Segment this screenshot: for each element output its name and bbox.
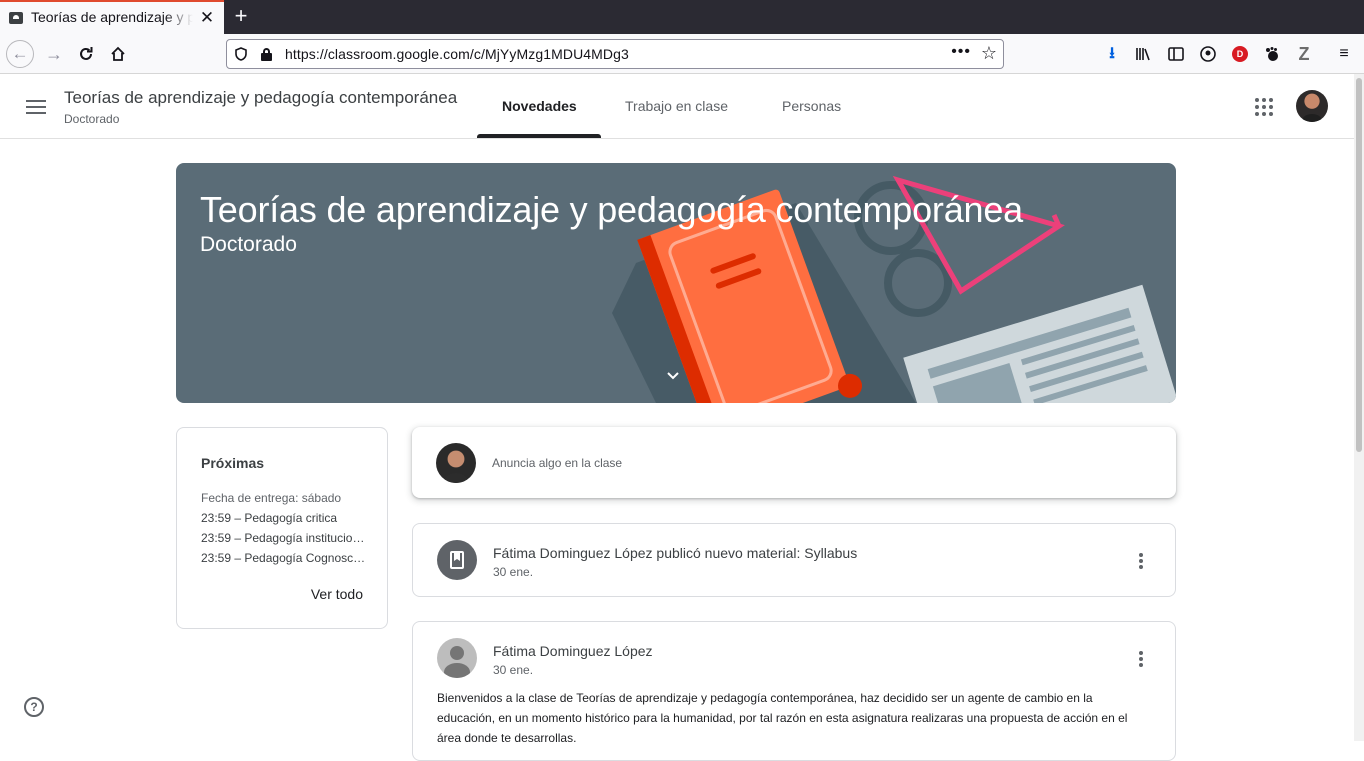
tab-title: Teorías de aprendizaje y pedagogía conte… xyxy=(31,9,193,25)
post-title[interactable]: Fátima Dominguez López publicó nuevo mat… xyxy=(493,545,857,561)
help-icon[interactable]: ? xyxy=(24,697,44,717)
forward-button[interactable]: → xyxy=(40,40,68,68)
page-actions-icon[interactable]: ••• xyxy=(951,43,971,61)
banner-title: Teorías de aprendizaje y pedagogía conte… xyxy=(200,189,1023,230)
upcoming-item[interactable]: 23:59 – Pedagogía critica xyxy=(201,511,366,525)
announce-box[interactable]: Anuncia algo en la clase xyxy=(412,427,1176,498)
downloads-icon[interactable]: ⭳ xyxy=(1100,42,1124,66)
gnome-extension-icon[interactable] xyxy=(1260,42,1284,66)
user-avatar xyxy=(436,443,476,483)
post-author: Fátima Dominguez López xyxy=(493,643,653,659)
back-button[interactable]: ← xyxy=(6,40,34,68)
bookmark-star-icon[interactable]: ☆ xyxy=(981,43,997,64)
url-bar[interactable]: https://classroom.google.com/c/MjYyMzg1M… xyxy=(226,39,1004,69)
account-avatar[interactable] xyxy=(1296,90,1328,122)
post-body: Bienvenidos a la clase de Teorías de apr… xyxy=(437,691,1128,745)
account-icon[interactable] xyxy=(1196,42,1220,66)
library-icon[interactable] xyxy=(1132,42,1156,66)
active-tab-indicator xyxy=(477,134,601,138)
classroom-favicon-icon xyxy=(9,12,23,24)
chevron-down-icon[interactable] xyxy=(666,369,680,383)
material-icon xyxy=(437,540,477,580)
upcoming-title: Próximas xyxy=(201,455,265,471)
classroom-header: Teorías de aprendizaje y pedagogía conte… xyxy=(0,74,1354,139)
new-tab-button[interactable]: + xyxy=(230,4,252,28)
upcoming-card: Próximas Fecha de entrega: sábado 23:59 … xyxy=(176,427,388,629)
class-title[interactable]: Teorías de aprendizaje y pedagogía conte… xyxy=(64,88,457,108)
home-icon xyxy=(111,46,125,61)
reload-button[interactable] xyxy=(72,40,100,68)
upcoming-item[interactable]: 23:59 – Pedagogía institucional xyxy=(201,531,366,545)
tab-close-icon[interactable]: ✕ xyxy=(199,9,215,26)
sidebar-icon[interactable] xyxy=(1164,42,1188,66)
class-section: Doctorado xyxy=(64,112,120,126)
main-menu-icon[interactable] xyxy=(26,100,46,114)
zotero-icon[interactable]: Z xyxy=(1292,42,1316,66)
tab-trabajo-en-clase[interactable]: Trabajo en clase xyxy=(625,98,728,140)
stream-post-material[interactable]: Fátima Dominguez López publicó nuevo mat… xyxy=(412,523,1176,597)
lock-icon[interactable] xyxy=(261,48,272,61)
browser-tab-strip: Teorías de aprendizaje y pedagogía conte… xyxy=(0,0,1364,34)
url-text[interactable]: https://classroom.google.com/c/MjYyMzg1M… xyxy=(285,46,629,62)
stream-post-announcement: Fátima Dominguez López 30 ene. Bienvenid… xyxy=(412,621,1176,761)
banner-subtitle: Doctorado xyxy=(200,233,297,256)
class-banner: Teorías de aprendizaje y pedagogía conte… xyxy=(176,163,1176,403)
upcoming-item[interactable]: 23:59 – Pedagogía Cognoscitiva xyxy=(201,551,366,565)
browser-tab[interactable]: Teorías de aprendizaje y pedagogía conte… xyxy=(0,0,224,34)
browser-navbar: ← → https://classroom.google.com/c/MjYyM… xyxy=(0,34,1364,74)
scrollbar-thumb[interactable] xyxy=(1356,78,1362,452)
reload-icon xyxy=(80,47,93,60)
hamburger-menu-icon[interactable]: ≡ xyxy=(1332,42,1356,66)
tab-personas[interactable]: Personas xyxy=(782,98,841,140)
announce-placeholder[interactable]: Anuncia algo en la clase xyxy=(492,456,622,470)
post-date: 30 ene. xyxy=(493,663,534,677)
tracking-shield-icon[interactable] xyxy=(235,47,247,64)
home-button[interactable] xyxy=(104,40,132,68)
google-apps-icon[interactable] xyxy=(1255,98,1273,116)
post-date: 30 ene. xyxy=(493,565,534,579)
upcoming-due-label: Fecha de entrega: sábado xyxy=(201,491,342,505)
default-avatar-icon xyxy=(437,638,477,678)
more-options-icon[interactable] xyxy=(1139,553,1143,569)
view-all-link[interactable]: Ver todo xyxy=(311,586,363,602)
more-options-icon[interactable] xyxy=(1139,651,1143,667)
extension-d-icon[interactable]: D xyxy=(1232,46,1248,62)
